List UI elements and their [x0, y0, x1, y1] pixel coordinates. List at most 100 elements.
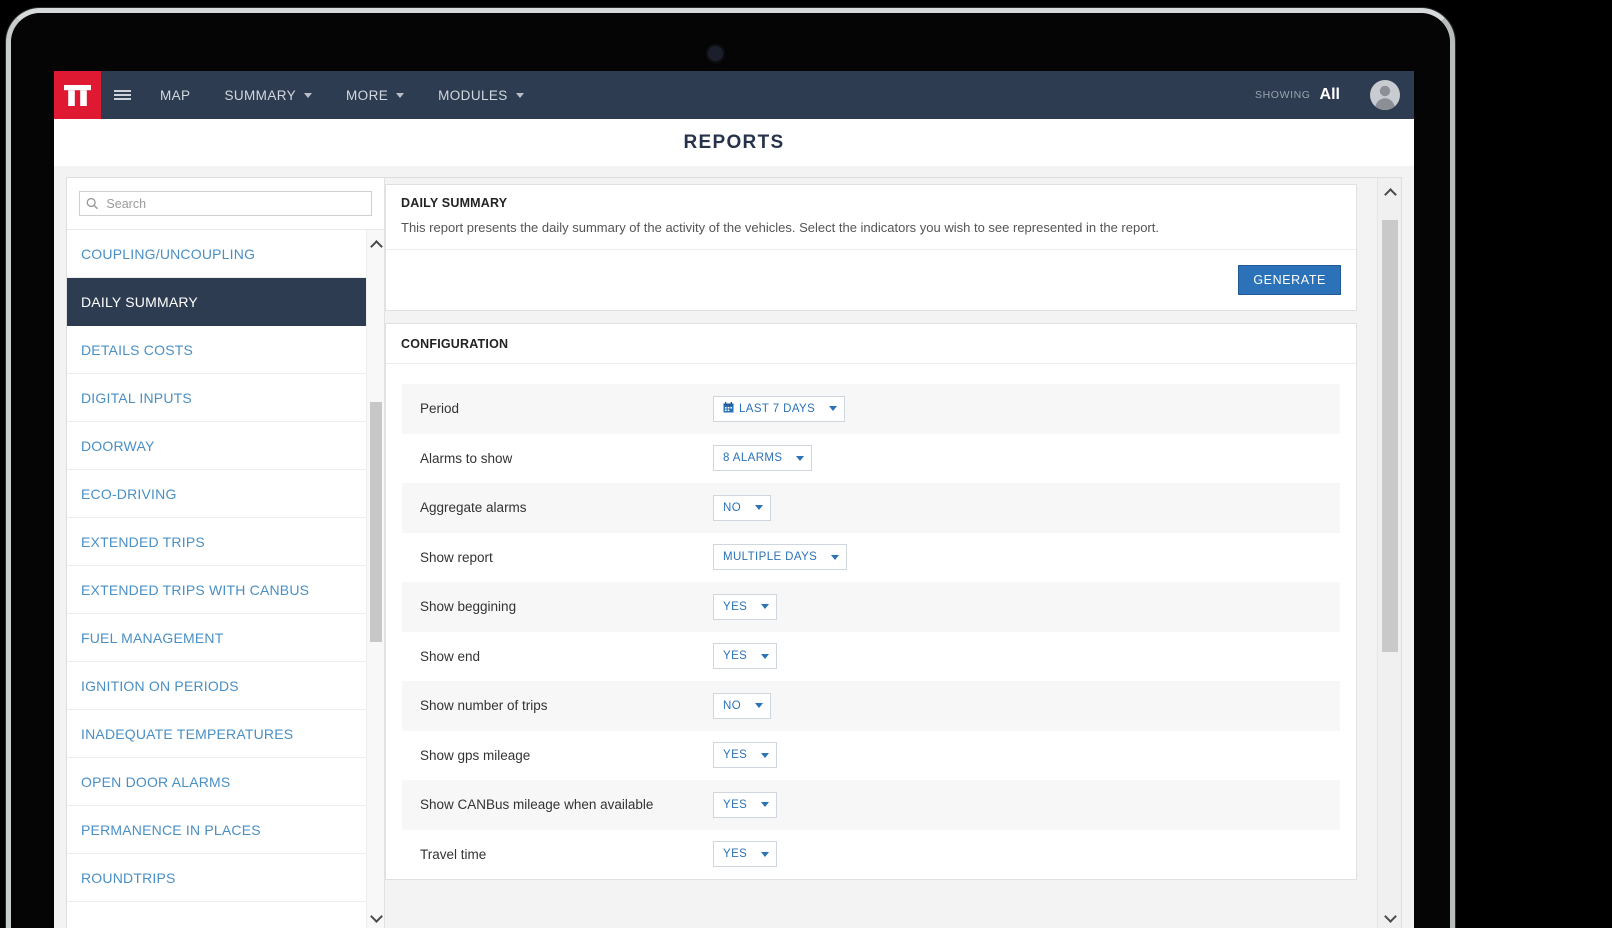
config-dropdown[interactable]: YES [713, 841, 778, 868]
nav-item-more[interactable]: MORE [329, 71, 421, 119]
nav-item-label: MORE [346, 87, 389, 103]
config-dropdown[interactable]: YES [713, 643, 778, 670]
scroll-down-icon[interactable] [367, 908, 384, 928]
config-dropdown[interactable]: YES [713, 742, 778, 769]
config-row: Show CANBus mileage when available YES [402, 780, 1340, 830]
config-dropdown-value: 8 ALARMS [723, 452, 783, 465]
configuration-title: CONFIGURATION [386, 324, 1356, 365]
sidebar-scrollbar-thumb[interactable] [370, 402, 382, 642]
sidebar-item-label: COUPLING/UNCOUPLING [81, 245, 256, 262]
device-frame: MAP SUMMARY MORE MODULES SHOWING All REP… [6, 8, 1455, 928]
sidebar-item-label: DOORWAY [81, 437, 155, 454]
user-avatar[interactable] [1370, 80, 1400, 110]
config-dropdown-value: NO [723, 501, 742, 514]
hamburger-icon[interactable] [101, 71, 143, 119]
config-label: Period [420, 401, 460, 417]
tt-logo[interactable] [54, 71, 101, 119]
chevron-down-icon [761, 752, 770, 758]
sidebar-item-label: EXTENDED TRIPS [81, 533, 205, 550]
camera-icon [708, 46, 723, 61]
config-row: Alarms to show 8 ALARMS [402, 433, 1340, 484]
content-area: COUPLING/UNCOUPLING DAILY SUMMARY DETAILS … [54, 166, 1414, 928]
sidebar-item-label: DIGITAL INPUTS [81, 389, 192, 406]
config-row: Period LAST 7 DAYS [402, 384, 1340, 434]
config-dropdown[interactable]: YES [713, 593, 778, 620]
sidebar-item-label: PERMANENCE IN PLACES [81, 821, 261, 838]
search-input[interactable] [98, 196, 371, 211]
sidebar-item-digital-inputs[interactable]: DIGITAL INPUTS [67, 374, 366, 422]
config-dropdown[interactable]: 8 ALARMS [713, 445, 813, 472]
config-dropdown[interactable]: LAST 7 DAYS [713, 395, 846, 422]
sidebar-item-label: ROUNDTRIPS [81, 869, 176, 886]
config-dropdown[interactable]: YES [713, 791, 778, 818]
config-dropdown[interactable]: MULTIPLE DAYS [713, 544, 848, 571]
main-scrollbar[interactable] [1377, 178, 1401, 928]
config-dropdown-value: YES [723, 650, 748, 663]
showing-label: SHOWING [1255, 89, 1311, 101]
nav-item-modules[interactable]: MODULES [421, 71, 541, 119]
sidebar-item-fuel-management[interactable]: FUEL MANAGEMENT [67, 614, 366, 662]
config-dropdown[interactable]: NO [713, 692, 772, 719]
sidebar-item-label: FUEL MANAGEMENT [81, 629, 224, 646]
configuration-rows: Period LAST 7 DAYS Alarms to show 8 ALARMS A… [386, 364, 1356, 880]
sidebar-item-coupling-uncoupling[interactable]: COUPLING/UNCOUPLING [67, 230, 366, 278]
sidebar-item-inadequate-temperatures[interactable]: INADEQUATE TEMPERATURES [67, 710, 366, 758]
showing-value[interactable]: All [1320, 86, 1340, 104]
generate-button[interactable]: GENERATE [1238, 265, 1341, 296]
scroll-up-icon[interactable] [1378, 180, 1401, 204]
chevron-down-icon [796, 455, 805, 461]
config-dropdown-value: NO [723, 699, 742, 712]
search-container [67, 178, 384, 229]
chevron-down-icon [761, 851, 770, 857]
nav-item-summary[interactable]: SUMMARY [207, 71, 329, 119]
sidebar-item-roundtrips[interactable]: ROUNDTRIPS [67, 854, 366, 902]
tt-logo-glyph [64, 84, 91, 106]
sidebar-item-doorway[interactable]: DOORWAY [67, 422, 366, 470]
sidebar-item-eco-driving[interactable]: ECO-DRIVING [67, 470, 366, 518]
report-card-actions: GENERATE [386, 250, 1356, 310]
calendar-icon [723, 401, 734, 416]
sidebar-item-ignition-on-periods[interactable]: IGNITION ON PERIODS [67, 662, 366, 710]
sidebar-item-label: INADEQUATE TEMPERATURES [81, 725, 294, 742]
scroll-up-icon[interactable] [367, 234, 384, 254]
sidebar-item-extended-trips[interactable]: EXTENDED TRIPS [67, 518, 366, 566]
sidebar-item-permanence-in-places[interactable]: PERMANENCE IN PLACES [67, 806, 366, 854]
chevron-down-icon [396, 92, 405, 98]
config-label: Show CANBus mileage when available [420, 797, 654, 813]
sidebar-scrollbar[interactable] [366, 230, 384, 928]
config-row: Show number of trips NO [402, 681, 1340, 731]
avatar-icon [1374, 85, 1396, 110]
report-card-description: This report presents the daily summary o… [386, 219, 1356, 251]
chevron-down-icon [829, 406, 838, 412]
config-label: Show report [420, 549, 493, 565]
search-box[interactable] [79, 191, 372, 216]
sidebar-item-label: DAILY SUMMARY [81, 293, 198, 310]
navbar: MAP SUMMARY MORE MODULES SHOWING All [54, 71, 1414, 119]
config-label: Show beggining [420, 599, 517, 615]
nav-item-map[interactable]: MAP [143, 71, 207, 119]
sidebar-item-label: DETAILS COSTS [81, 341, 194, 358]
chevron-down-icon [761, 802, 770, 808]
sidebar-item-label: EXTENDED TRIPS WITH CANBUS [81, 581, 310, 598]
sidebar-item-details-costs[interactable]: DETAILS COSTS [67, 326, 366, 374]
main-scrollbar-thumb[interactable] [1382, 220, 1398, 652]
sidebar-item-extended-trips-with-canbus[interactable]: EXTENDED TRIPS WITH CANBUS [67, 566, 366, 614]
config-label: Alarms to show [420, 450, 513, 466]
sidebar: COUPLING/UNCOUPLING DAILY SUMMARY DETAILS … [67, 178, 385, 928]
config-dropdown[interactable]: NO [713, 494, 772, 521]
config-label: Aggregate alarms [420, 500, 527, 516]
sidebar-item-open-door-alarms[interactable]: OPEN DOOR ALARMS [67, 758, 366, 806]
config-label: Show number of trips [420, 698, 548, 714]
config-row: Travel time YES [402, 829, 1340, 880]
chevron-down-icon [304, 92, 313, 98]
config-dropdown-value: YES [723, 749, 748, 762]
configuration-card: CONFIGURATION Period LAST 7 DAYS Alarms to… [385, 323, 1357, 881]
sidebar-item-label: OPEN DOOR ALARMS [81, 773, 231, 790]
scroll-down-icon[interactable] [1378, 906, 1401, 928]
config-dropdown-value: LAST 7 DAYS [739, 402, 816, 415]
sidebar-item-daily-summary[interactable]: DAILY SUMMARY [67, 278, 366, 326]
search-icon [86, 197, 98, 210]
report-list: COUPLING/UNCOUPLING DAILY SUMMARY DETAILS … [67, 230, 366, 928]
config-dropdown-value: YES [723, 798, 748, 811]
config-row: Show report MULTIPLE DAYS [402, 532, 1340, 583]
